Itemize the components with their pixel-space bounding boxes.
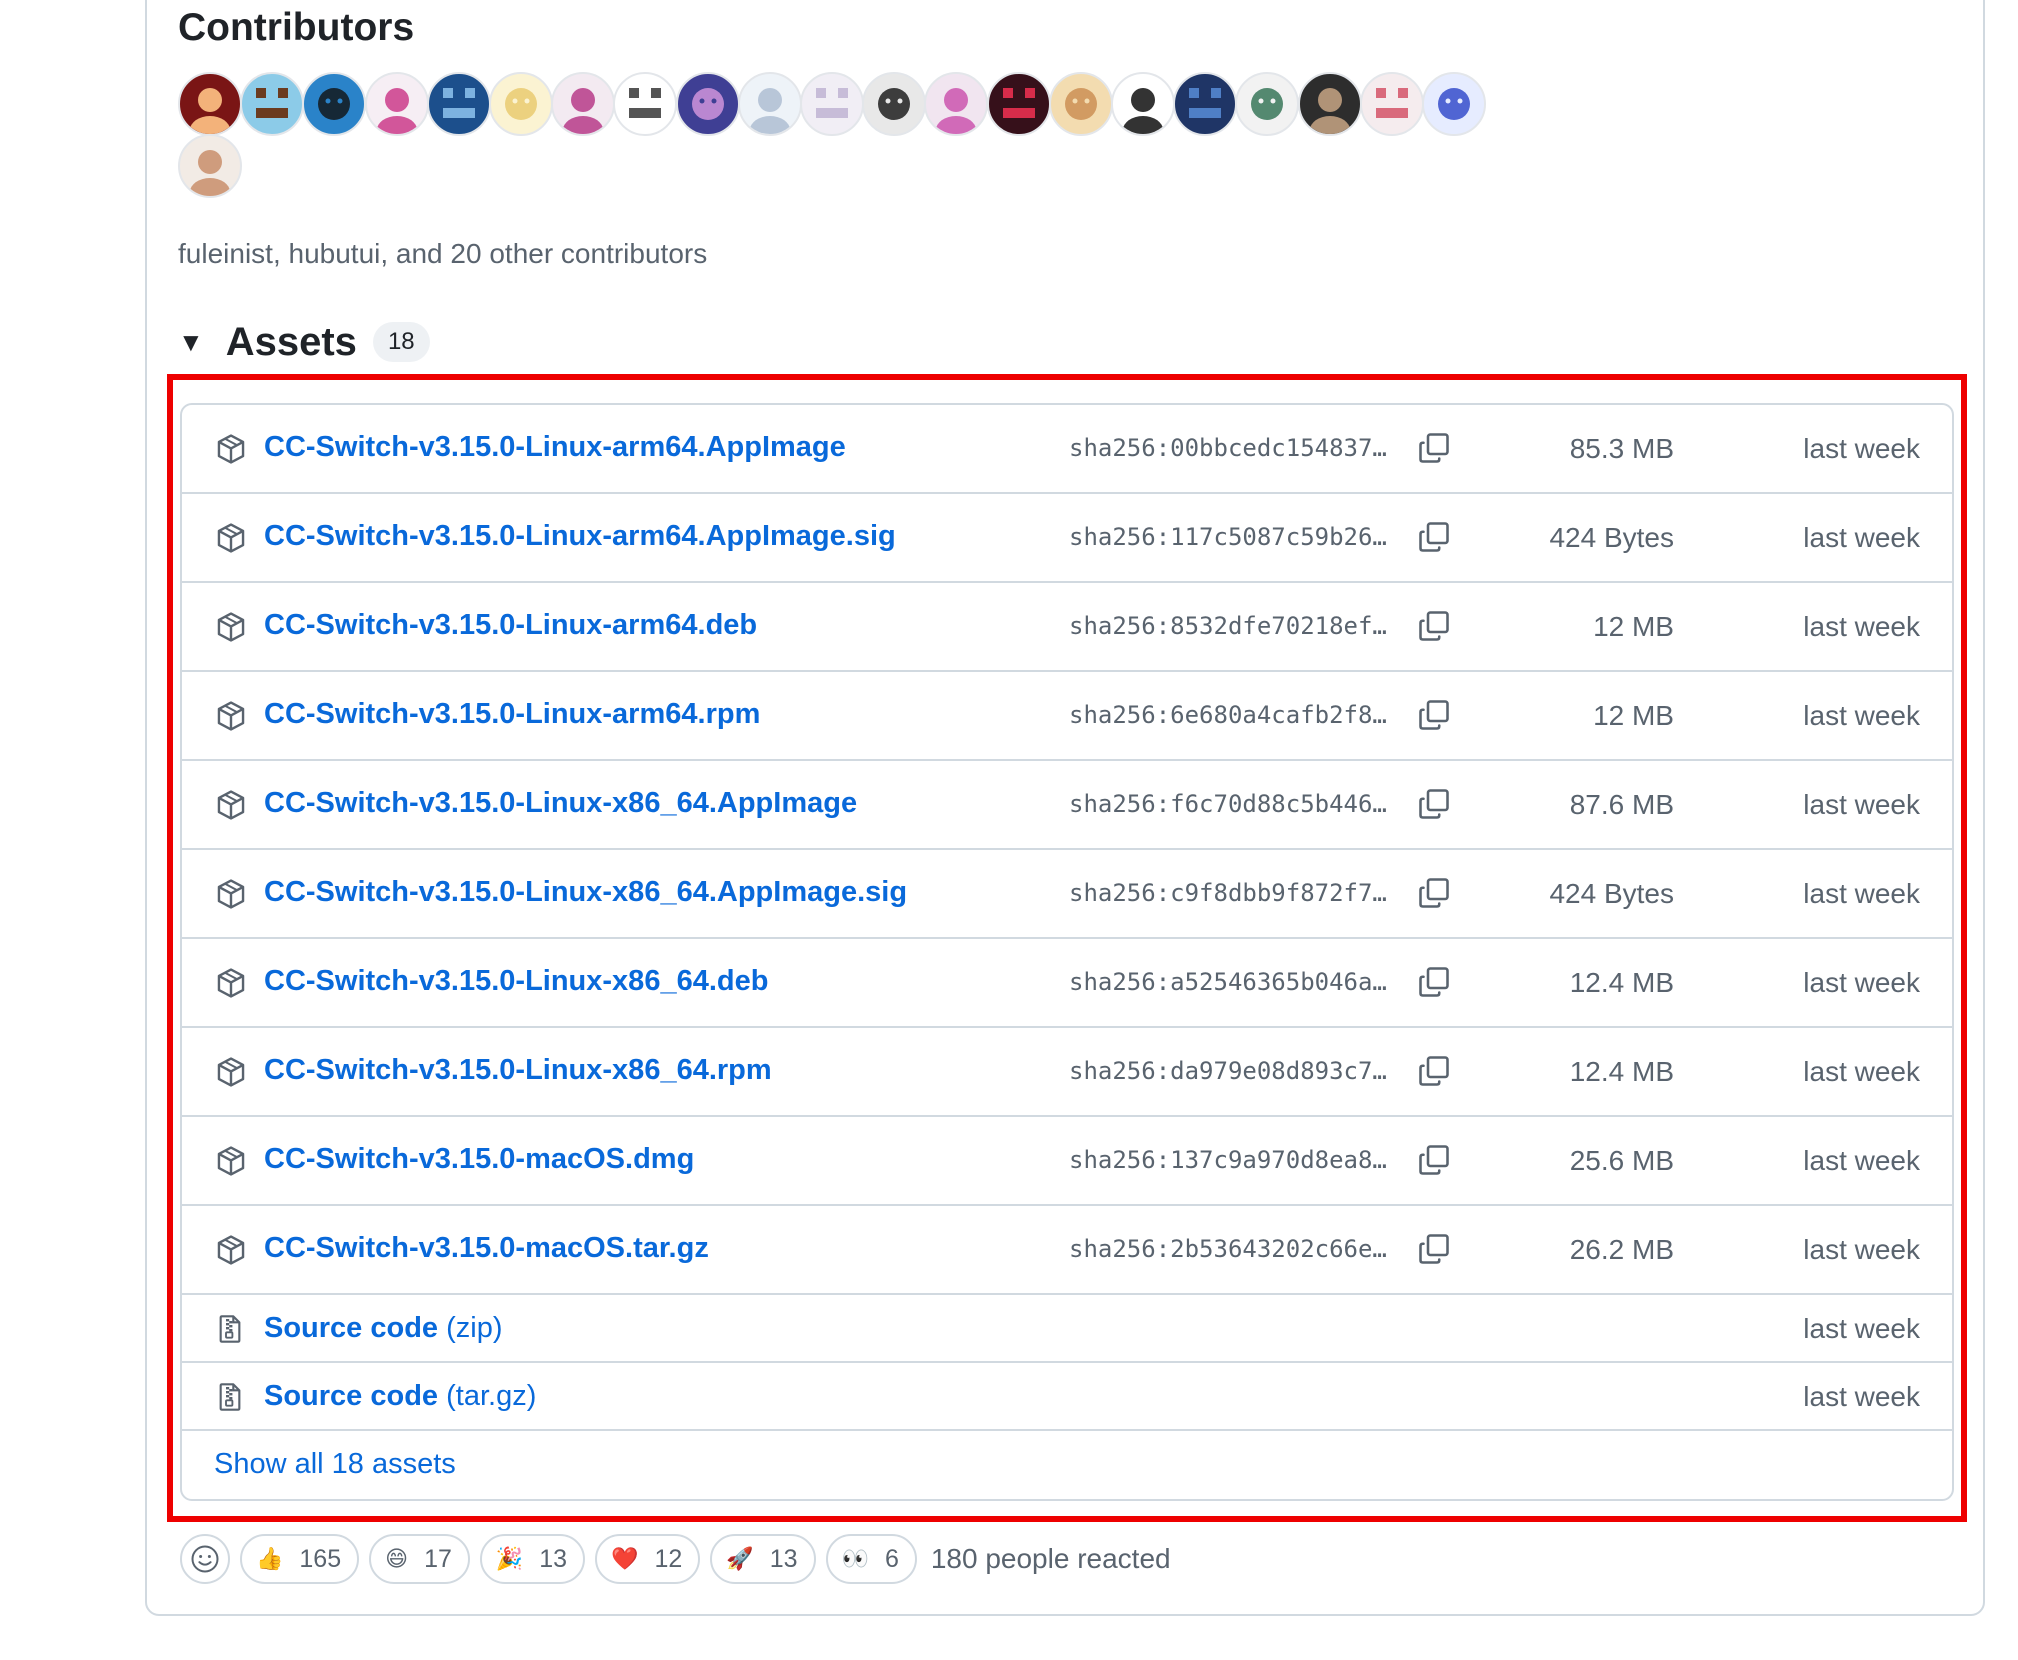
- highlight-box: [167, 374, 1967, 1522]
- reaction-hooray-button[interactable]: 🎉 13: [479, 1534, 586, 1584]
- contributor-avatar[interactable]: [551, 72, 616, 136]
- hooray-icon: 🎉: [495, 1546, 524, 1572]
- contributor-avatar[interactable]: [426, 72, 491, 136]
- contributor-avatar[interactable]: [364, 72, 429, 136]
- contributor-avatar[interactable]: [613, 72, 678, 136]
- contributor-avatar[interactable]: [178, 72, 242, 136]
- reaction-laugh-button[interactable]: 😄 17: [369, 1534, 470, 1584]
- rocket-icon: 🚀: [726, 1546, 754, 1572]
- contributor-avatar[interactable]: [1111, 72, 1175, 136]
- reaction-eyes-button[interactable]: 👀 6: [825, 1534, 917, 1584]
- contributor-avatar[interactable]: [862, 72, 927, 136]
- reactions-summary: 180 people reacted: [930, 1543, 1171, 1574]
- contributor-avatar[interactable]: [178, 134, 242, 198]
- reaction-count: 13: [539, 1544, 568, 1573]
- laugh-icon: 😄: [385, 1546, 409, 1572]
- reaction-count: 13: [769, 1544, 798, 1573]
- contributor-avatar[interactable]: [1359, 72, 1424, 136]
- contributor-avatar[interactable]: [924, 72, 989, 136]
- assets-heading: Assets: [225, 319, 357, 364]
- thumbs-up-icon: 👍: [256, 1546, 284, 1572]
- contributor-avatar[interactable]: [1048, 72, 1113, 136]
- contributor-avatar[interactable]: [1297, 72, 1362, 136]
- reaction-heart-button[interactable]: ❤️ 12: [595, 1534, 701, 1584]
- reactions-bar: 👍 165 😄 17 🎉 13 ❤️ 12 🚀 13 👀 6 180 people reacted: [180, 1534, 1171, 1584]
- contributor-avatar[interactable]: [302, 72, 367, 136]
- reaction-rocket-button[interactable]: 🚀 13: [710, 1534, 816, 1584]
- contributors-summary: fuleinist, hubutui, and 20 other contrib…: [178, 238, 708, 269]
- assets-count-badge: 18: [372, 322, 430, 362]
- assets-toggle[interactable]: ▼ Assets 18: [178, 314, 430, 370]
- contributor-avatar[interactable]: [1422, 72, 1486, 136]
- add-reaction-button[interactable]: [180, 1534, 230, 1584]
- heart-icon: ❤️: [611, 1546, 639, 1572]
- eyes-icon: 👀: [841, 1546, 869, 1572]
- triangle-down-icon: ▼: [178, 326, 204, 357]
- smiley-icon: [191, 1545, 219, 1573]
- contributor-avatar[interactable]: [800, 72, 864, 136]
- reaction-count: 165: [299, 1544, 342, 1573]
- reaction-count: 6: [884, 1544, 899, 1573]
- reaction-count: 12: [654, 1544, 683, 1573]
- contributor-avatar[interactable]: [675, 72, 740, 136]
- contributor-avatar[interactable]: [489, 72, 553, 136]
- reaction-count: 17: [424, 1544, 452, 1573]
- reaction-thumbs-up-button[interactable]: 👍 165: [240, 1534, 360, 1584]
- contributors-heading: Contributors: [178, 6, 415, 49]
- contributor-avatar[interactable]: [1235, 72, 1300, 136]
- contributor-avatar[interactable]: [240, 72, 305, 136]
- contributor-avatar[interactable]: [737, 72, 802, 136]
- contributor-avatar[interactable]: [986, 72, 1051, 136]
- contributor-avatar[interactable]: [1173, 72, 1238, 136]
